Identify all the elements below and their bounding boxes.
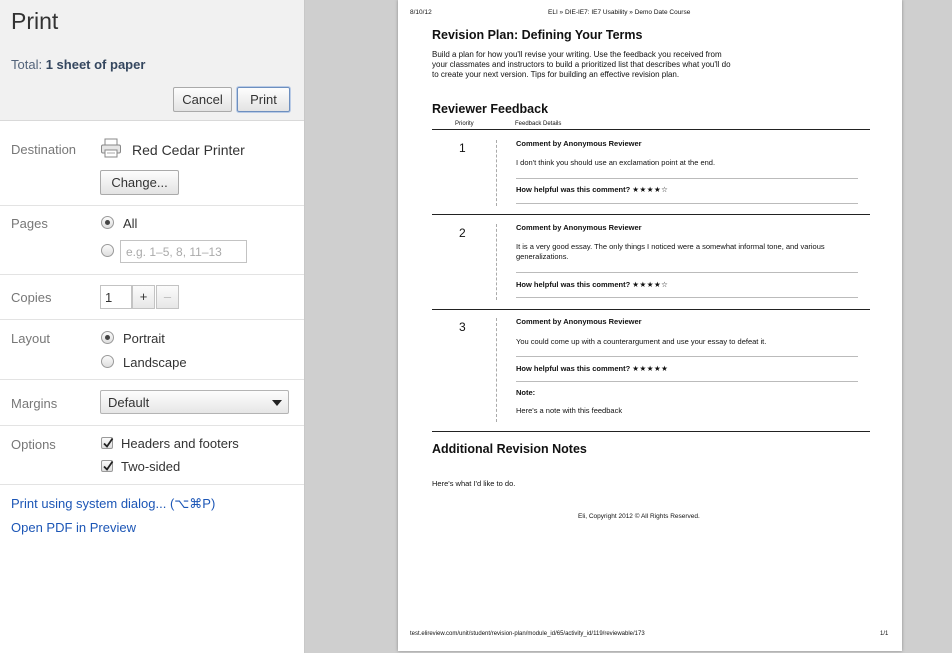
landscape-radio[interactable] [101, 355, 114, 368]
divider [432, 431, 870, 432]
chevron-down-icon [272, 400, 282, 406]
two-sided-label: Two-sided [121, 459, 181, 474]
feedback-rating: How helpful was this comment? ★★★★★ [516, 364, 668, 373]
checkmark-icon [103, 437, 114, 448]
note-label: Note: [516, 388, 536, 397]
landscape-label: Landscape [123, 355, 187, 370]
headers-footers-checkbox[interactable] [101, 437, 114, 449]
print-preview-page: 8/10/12 ELI » DIE-IE7: IE7 Usability » D… [398, 0, 902, 651]
copies-label: Copies [11, 290, 52, 305]
feedback-rating: How helpful was this comment? ★★★★☆ [516, 280, 668, 289]
system-dialog-link[interactable]: Print using system dialog... (⌥⌘P) [11, 496, 215, 512]
document-intro: Build a plan for how you'll revise your … [432, 50, 731, 79]
destination-section: Destination Red Cedar Printer Change... [0, 122, 304, 206]
details-column-header: Feedback Details [515, 121, 562, 127]
divider [496, 140, 497, 206]
divider [496, 318, 497, 422]
printer-icon [100, 137, 122, 164]
options-section: Options Headers and footers Two-sided [0, 426, 304, 485]
margins-label: Margins [11, 396, 58, 411]
printer-name: Red Cedar Printer [132, 142, 245, 158]
destination-label: Destination [11, 142, 77, 157]
document-title: Revision Plan: Defining Your Terms [432, 28, 643, 42]
page-header-date: 8/10/12 [410, 9, 432, 16]
portrait-radio[interactable] [101, 331, 114, 344]
pages-section: Pages All [0, 206, 304, 275]
pages-all-label: All [123, 216, 138, 231]
print-title: Print [11, 8, 59, 34]
feedback-text: You could come up with a counterargument… [516, 337, 767, 346]
feedback-priority: 3 [459, 320, 466, 334]
feedback-priority: 1 [459, 141, 466, 155]
pages-all-radio[interactable] [101, 216, 114, 229]
divider [516, 297, 858, 298]
reviewer-feedback-heading: Reviewer Feedback [432, 102, 549, 116]
priority-column-header: Priority [455, 121, 474, 127]
divider [516, 381, 858, 382]
additional-notes-text: Here's what I'd like to do. [432, 479, 516, 488]
print-header: Print Total: 1 sheet of paper Cancel Pri… [0, 0, 304, 121]
page-header-title: ELI » DIE-IE7: IE7 Usability » Demo Date… [548, 9, 691, 16]
divider [432, 129, 870, 130]
copies-increment-button[interactable]: + [132, 285, 155, 309]
star-rating: ★★★★☆ [632, 280, 669, 289]
margins-select[interactable]: Default [100, 390, 289, 414]
feedback-rating: How helpful was this comment? ★★★★☆ [516, 185, 668, 194]
margins-value: Default [108, 395, 150, 410]
feedback-text: I don't think you should use an exclamat… [516, 158, 716, 167]
print-button[interactable]: Print [237, 87, 290, 112]
copies-decrement-button[interactable]: – [156, 285, 179, 309]
pages-range-radio[interactable] [101, 244, 114, 257]
rating-label: How helpful was this comment? [516, 364, 631, 373]
divider [516, 272, 858, 273]
change-destination-button[interactable]: Change... [100, 170, 179, 195]
total-value: 1 sheet of paper [45, 57, 146, 72]
divider [516, 203, 858, 204]
options-label: Options [11, 437, 56, 452]
feedback-priority: 2 [459, 226, 466, 240]
page-footer-number: 1/1 [880, 631, 889, 637]
copies-input[interactable] [100, 285, 132, 309]
page-footer-url: test.elireview.com/unit/student/revision… [410, 631, 645, 637]
two-sided-checkbox[interactable] [101, 460, 114, 472]
total-sheets: Total: 1 sheet of paper [11, 57, 145, 72]
pages-range-input[interactable] [120, 240, 247, 263]
feedback-text: It is a very good essay. The only things… [516, 242, 825, 261]
feedback-author: Comment by Anonymous Reviewer [516, 139, 642, 148]
cancel-button[interactable]: Cancel [173, 87, 232, 112]
copyright-text: Eli, Copyright 2012 © All Rights Reserve… [578, 513, 700, 520]
star-rating: ★★★★★ [632, 364, 669, 373]
additional-notes-heading: Additional Revision Notes [432, 442, 587, 456]
total-label: Total: [11, 57, 43, 72]
print-settings-panel: Print Total: 1 sheet of paper Cancel Pri… [0, 0, 305, 653]
portrait-label: Portrait [123, 331, 165, 346]
divider [432, 309, 870, 310]
feedback-author: Comment by Anonymous Reviewer [516, 317, 642, 326]
layout-section: Layout Portrait Landscape [0, 320, 304, 380]
divider [516, 356, 858, 357]
pages-label: Pages [11, 216, 48, 231]
checkmark-icon [103, 460, 114, 471]
divider [496, 224, 497, 300]
rating-label: How helpful was this comment? [516, 185, 631, 194]
note-text: Here's a note with this feedback [516, 406, 623, 415]
open-pdf-link[interactable]: Open PDF in Preview [11, 520, 136, 535]
rating-label: How helpful was this comment? [516, 280, 631, 289]
feedback-author: Comment by Anonymous Reviewer [516, 223, 642, 232]
star-rating: ★★★★☆ [632, 185, 669, 194]
margins-section: Margins Default [0, 380, 304, 426]
divider [432, 214, 870, 215]
copies-section: Copies + – [0, 275, 304, 320]
headers-footers-label: Headers and footers [121, 436, 239, 451]
divider [516, 178, 858, 179]
layout-label: Layout [11, 331, 51, 346]
